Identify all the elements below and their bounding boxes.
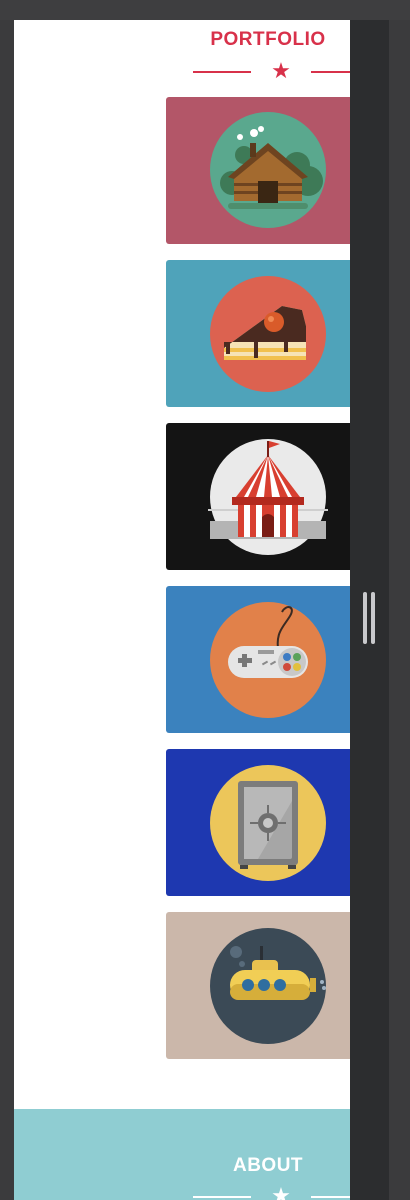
portfolio-divider: ★ (193, 59, 350, 83)
window-left-strip (0, 20, 14, 1200)
window-right-strip (389, 20, 410, 1200)
portfolio-item-safe-art (166, 749, 350, 896)
viewport-resize-handle[interactable] (350, 20, 389, 1200)
portfolio-item-cake-slice[interactable] (166, 260, 350, 407)
grip-line-icon (371, 592, 375, 644)
portfolio-item-cake-slice-art (166, 260, 350, 407)
about-divider: ★ (193, 1184, 350, 1200)
safe-icon (238, 781, 298, 869)
about-section: ABOUT ★ (14, 1109, 350, 1200)
portfolio-item-log-cabin[interactable] (166, 97, 350, 244)
divider-line-right (311, 1196, 350, 1198)
about-heading: ABOUT (232, 1155, 304, 1176)
portfolio-heading: PORTFOLIO (210, 29, 326, 50)
portfolio-item-submarine[interactable] (166, 912, 350, 1059)
divider-line-right (311, 71, 350, 73)
portfolio-item-circus-tent[interactable] (166, 423, 350, 570)
portfolio-item-safe[interactable] (166, 749, 350, 896)
portfolio-item-submarine-art (166, 912, 350, 1059)
page-viewport: PORTFOLIO ★ ABOUT ★ (14, 20, 350, 1200)
grip-line-icon (363, 592, 367, 644)
window-top-strip (0, 0, 410, 20)
portfolio-item-circus-tent-art (166, 423, 350, 570)
portfolio-item-log-cabin-art (166, 97, 350, 244)
portfolio-item-game-controller-art (166, 586, 350, 733)
portfolio-item-game-controller[interactable] (166, 586, 350, 733)
